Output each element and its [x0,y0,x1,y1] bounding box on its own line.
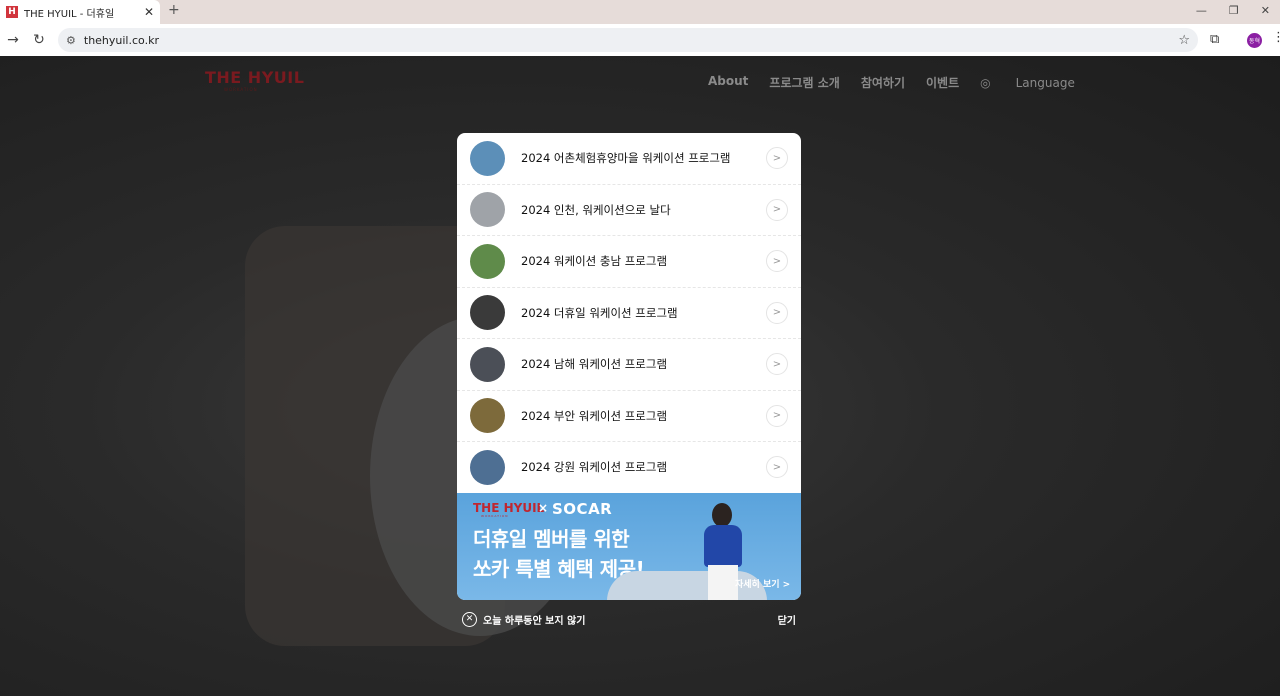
hide-today-button[interactable]: ✕ 오늘 하루동안 보지 않기 [462,611,586,627]
site-info-icon[interactable]: ⚙ [66,34,76,47]
close-popup-button[interactable]: 닫기 [778,612,796,627]
program-title: 2024 강원 워케이션 프로그램 [521,460,668,475]
site-logo-sub: WORKATION [224,87,258,92]
chevron-right-icon[interactable]: > [766,198,788,221]
minimize-icon[interactable]: — [1196,4,1207,17]
program-row[interactable]: 2024 부안 워케이션 프로그램 > [457,391,801,442]
chevron-right-icon[interactable]: > [766,250,788,273]
tab-title: THE HYUIL - 더휴일 [24,8,115,20]
program-title: 2024 인천, 워케이션으로 날다 [521,202,671,217]
banner-socar-logo: SOCAR [552,500,613,518]
program-title: 2024 남해 워케이션 프로그램 [521,357,668,372]
program-thumbnail [470,295,505,331]
nav-item-event[interactable]: 이벤트 [926,74,959,91]
hide-today-label: 오늘 하루동안 보지 않기 [483,615,586,627]
restore-icon[interactable]: ❐ [1229,4,1239,17]
forward-icon[interactable]: → [0,32,26,48]
language-label: Language [1015,75,1075,90]
chevron-right-icon[interactable]: > [766,456,788,479]
chevron-right-icon[interactable]: > [766,404,788,427]
new-tab-plus-icon[interactable]: + [168,2,180,18]
nav-item-about[interactable]: About [708,74,748,91]
close-window-icon[interactable]: ✕ [1261,4,1270,17]
bookmark-star-icon[interactable]: ☆ [1178,33,1190,48]
program-popup: 2024 어촌체험휴양마을 워케이션 프로그램 > 2024 인천, 워케이션으… [457,133,801,600]
main-nav: About 프로그램 소개 참여하기 이벤트 ◎ Language [708,74,1117,91]
program-thumbnail [470,346,505,382]
socar-promo-banner[interactable]: THE HYUIL WORKATION × SOCAR 더휴일 멤버를 위한 쏘… [457,493,801,600]
program-thumbnail [470,398,505,434]
popup-footer: ✕ 오늘 하루동안 보지 않기 닫기 [462,610,796,628]
close-circle-icon: ✕ [462,611,477,627]
chevron-right-icon[interactable]: > [766,301,788,324]
chevron-right-icon[interactable]: > [766,353,788,376]
banner-cross: × [538,501,549,515]
program-row[interactable]: 2024 어촌체험휴양마을 워케이션 프로그램 > [457,133,801,185]
banner-headline-1: 더휴일 멤버를 위한 [473,527,630,551]
program-row[interactable]: 2024 강원 워케이션 프로그램 > [457,442,801,494]
program-thumbnail [470,192,505,228]
omnibox[interactable]: ⚙ thehyuil.co.kr ☆ [58,28,1198,52]
tab-close-icon[interactable]: ✕ [144,5,154,19]
browser-menu-icon[interactable]: ⋮ [1272,30,1280,45]
program-row[interactable]: 2024 남해 워케이션 프로그램 > [457,339,801,391]
window-controls: — ❐ ✕ [1196,4,1270,17]
site-favicon-icon: H [6,6,18,18]
address-bar-row: → ↻ ⚙ thehyuil.co.kr ☆ [0,24,1280,56]
profile-avatar[interactable]: 동혁 [1247,33,1262,48]
program-thumbnail [470,140,505,176]
banner-more-link[interactable]: 자세히 보기 > [735,577,790,590]
nav-item-join[interactable]: 참여하기 [861,74,905,91]
program-title: 2024 어촌체험휴양마을 워케이션 프로그램 [521,151,731,166]
program-title: 2024 부안 워케이션 프로그램 [521,408,668,423]
program-title: 2024 워케이션 충남 프로그램 [521,254,668,269]
globe-icon: ◎ [980,75,991,90]
chevron-right-icon[interactable]: > [766,147,788,170]
program-thumbnail [470,243,505,279]
site-logo[interactable]: THE HYUIL [205,68,304,87]
banner-person-legs [708,565,738,600]
program-row[interactable]: 2024 인천, 워케이션으로 날다 > [457,185,801,236]
reload-icon[interactable]: ↻ [26,32,52,48]
tab-active[interactable]: H THE HYUIL - 더휴일 ✕ [0,0,160,24]
banner-person-body [704,525,742,567]
nav-item-programs[interactable]: 프로그램 소개 [769,74,839,91]
extensions-puzzle-icon[interactable]: ⧉ [1210,32,1219,47]
language-selector[interactable]: ◎ Language [980,74,1096,91]
url-text[interactable]: thehyuil.co.kr [84,34,1178,47]
banner-hyuil-logo: THE HYUIL [473,501,545,515]
banner-person-head [712,503,732,527]
banner-hyuil-logo-sub: WORKATION [481,514,509,518]
program-row[interactable]: 2024 더휴일 워케이션 프로그램 > [457,288,801,339]
program-thumbnail [470,449,505,485]
tab-bar: H THE HYUIL - 더휴일 ✕ + — ❐ ✕ [0,0,1280,24]
program-title: 2024 더휴일 워케이션 프로그램 [521,305,678,320]
program-row[interactable]: 2024 워케이션 충남 프로그램 > [457,236,801,288]
